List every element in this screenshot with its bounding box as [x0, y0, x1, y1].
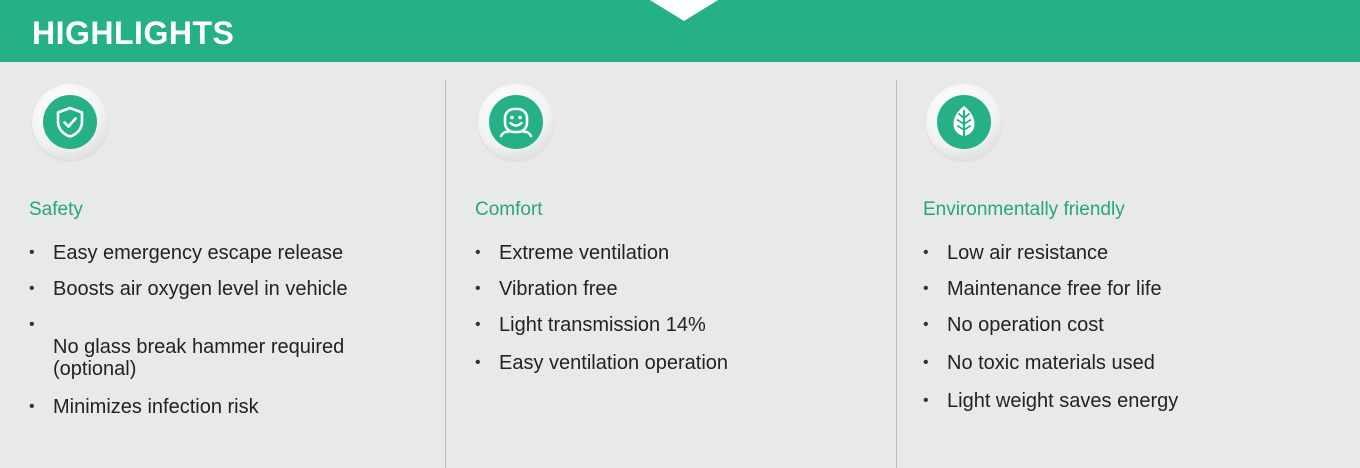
header-notch — [650, 0, 718, 21]
icon-badge — [478, 84, 554, 160]
leaf-icon — [937, 95, 991, 149]
list-item: • Light weight saves energy — [923, 390, 1179, 412]
header-bar: HIGHLIGHTS — [0, 0, 1360, 62]
highlights-panel: HIGHLIGHTS Safety • Easy emergency escape… — [0, 0, 1360, 468]
list-item: • Easy ventilation operation — [475, 352, 729, 374]
list-item: • No glass break hammer required (optiona… — [29, 316, 345, 380]
feature-list: • Extreme ventilation • Vibration free • Li… — [475, 242, 875, 374]
header-title: HIGHLIGHTS — [32, 15, 235, 51]
feature-list: • Easy emergency escape release • Boosts a… — [29, 242, 429, 418]
column-divider — [896, 80, 897, 468]
list-item: • Boosts air oxygen level in vehicle — [29, 278, 348, 300]
list-item: • No toxic materials used — [923, 352, 1155, 374]
list-item: • Extreme ventilation — [475, 242, 670, 264]
column-title: Environmentally friendly — [923, 199, 1125, 220]
column-divider — [445, 80, 446, 468]
shield-check-icon — [43, 95, 97, 149]
list-item: • Easy emergency escape release — [29, 242, 344, 264]
icon-badge — [926, 84, 1002, 160]
column-title: Safety — [29, 199, 83, 220]
list-item: • No operation cost — [923, 314, 1104, 336]
list-item: • Minimizes infection risk — [29, 396, 259, 418]
icon-badge — [32, 84, 108, 160]
feature-list: • Low air resistance • Maintenance free fo… — [923, 242, 1323, 412]
smiley-face-icon — [489, 95, 543, 149]
list-item: • Low air resistance — [923, 242, 1109, 264]
list-item: • Light transmission 14% — [475, 314, 706, 336]
list-item: • Vibration free — [475, 278, 618, 300]
column-title: Comfort — [475, 199, 543, 220]
list-item: • Maintenance free for life — [923, 278, 1162, 300]
